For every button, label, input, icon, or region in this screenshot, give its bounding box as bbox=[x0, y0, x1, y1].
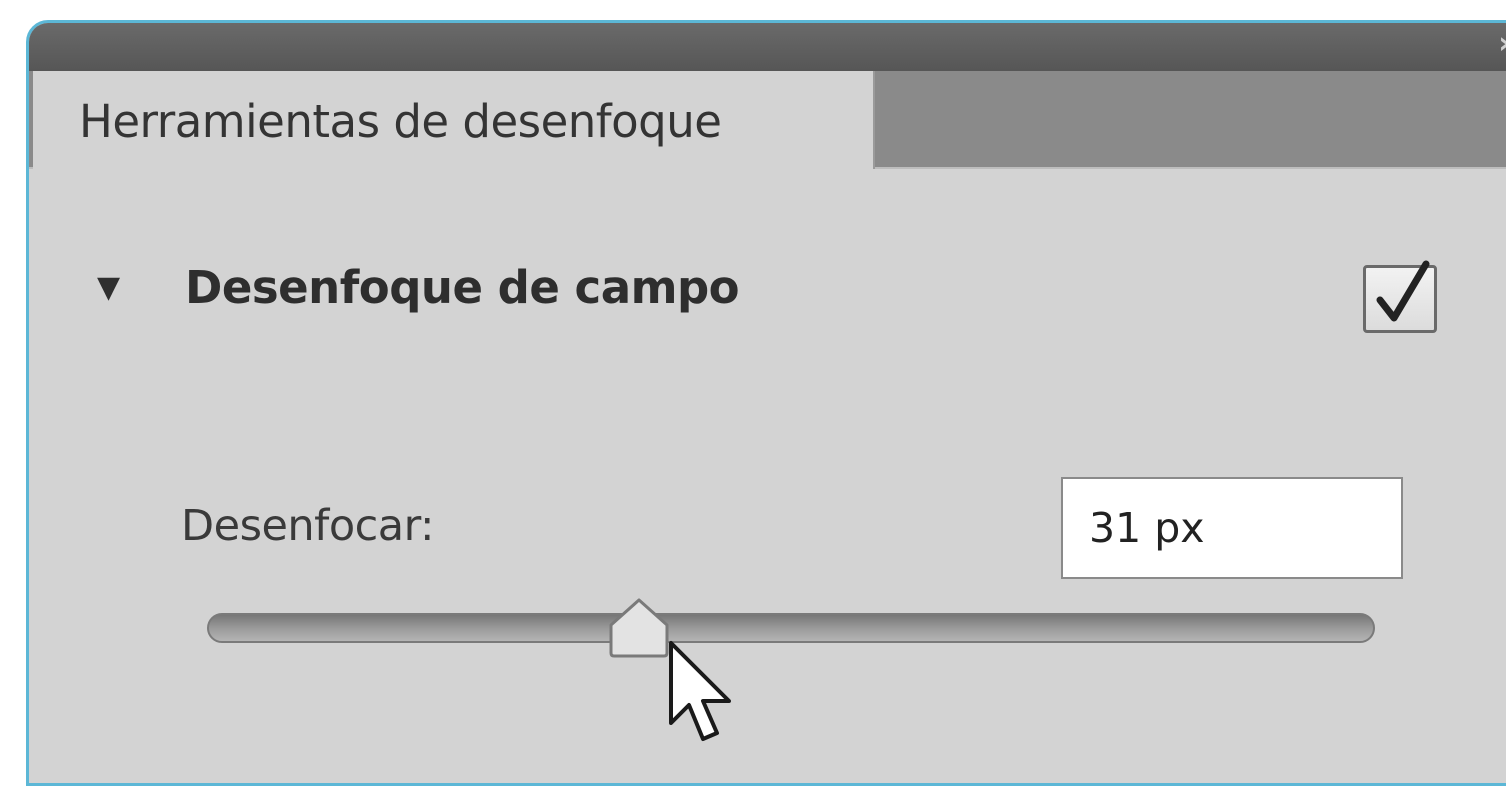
panel-content: ▼ Desenfoque de campo Desenfocar: bbox=[29, 169, 1506, 783]
tab-blur-tools-label: Herramientas de desenfoque bbox=[79, 95, 722, 148]
panel-title-bar[interactable]: ›› bbox=[29, 23, 1506, 71]
checkmark-icon bbox=[1376, 260, 1430, 322]
blur-amount-slider-thumb[interactable] bbox=[607, 597, 671, 659]
double-chevron-right-icon[interactable]: ›› bbox=[1498, 29, 1506, 59]
blur-amount-slider-track[interactable] bbox=[207, 613, 1375, 643]
mouse-pointer-icon bbox=[669, 641, 731, 741]
field-blur-section-title[interactable]: Desenfoque de campo bbox=[185, 261, 740, 314]
blur-amount-label: Desenfocar: bbox=[181, 501, 435, 551]
tab-blur-tools[interactable]: Herramientas de desenfoque bbox=[33, 71, 875, 169]
disclosure-triangle-icon[interactable]: ▼ bbox=[97, 273, 120, 303]
panel-tab-strip: Herramientas de desenfoque bbox=[29, 71, 1506, 169]
blur-amount-input[interactable] bbox=[1061, 477, 1403, 579]
blur-tools-panel: ›› Herramientas de desenfoque ▼ Desenfoq… bbox=[26, 20, 1506, 786]
field-blur-enable-checkbox[interactable] bbox=[1363, 260, 1437, 333]
